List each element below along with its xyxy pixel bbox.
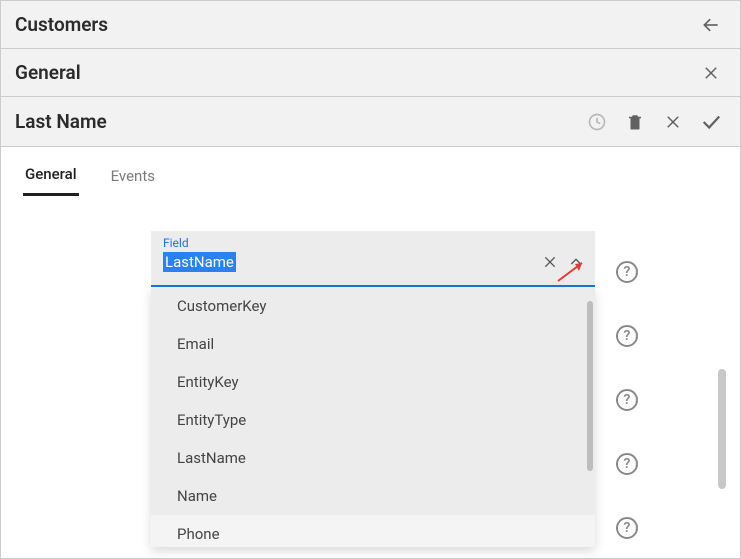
help-column: ? ? ? ? ? [616,261,638,539]
confirm-button[interactable] [696,107,726,137]
breadcrumb-level-3: Last Name [1,97,740,147]
close-icon [702,64,720,82]
field-combobox[interactable]: Field LastName Custome [151,231,595,547]
field-option[interactable]: EntityKey [151,363,595,401]
field-option[interactable]: Email [151,325,595,363]
breadcrumb-title-customers: Customers [15,13,108,36]
tabs: General Events [1,147,740,197]
field-value[interactable]: LastName [163,252,236,272]
field-label: Field [163,236,583,250]
close-icon [664,113,682,131]
tab-general[interactable]: General [23,165,79,196]
field-option[interactable]: Name [151,477,595,515]
field-clear-button[interactable] [541,253,559,271]
breadcrumb-title-lastname: Last Name [15,110,107,133]
field-dropdown: CustomerKey Email EntityKey EntityType L… [151,287,595,547]
delete-button[interactable] [620,107,650,137]
close-general-button[interactable] [696,58,726,88]
content-area: General Events ? ? ? ? ? Field LastName [1,147,740,558]
field-collapse-button[interactable] [567,253,585,271]
breadcrumb-level-2: General [1,49,740,97]
history-button[interactable] [582,107,612,137]
help-icon[interactable]: ? [616,389,638,411]
clock-icon [587,112,607,132]
breadcrumb-title-general: General [15,61,81,84]
chevron-up-icon [568,254,584,270]
field-option-list: CustomerKey Email EntityKey EntityType L… [151,287,595,547]
breadcrumb-level-1: Customers [1,1,740,49]
arrow-left-icon [701,15,721,35]
close-icon [542,254,558,270]
trash-icon [626,112,644,132]
dropdown-scrollbar[interactable] [587,301,593,471]
content-scrollbar[interactable] [718,369,726,489]
field-option[interactable]: LastName [151,439,595,477]
tab-events[interactable]: Events [109,167,157,195]
cancel-button[interactable] [658,107,688,137]
help-icon[interactable]: ? [616,261,638,283]
help-icon[interactable]: ? [616,517,638,539]
check-icon [700,111,722,133]
field-option[interactable]: CustomerKey [151,287,595,325]
help-icon[interactable]: ? [616,453,638,475]
back-button[interactable] [696,10,726,40]
field-option[interactable]: Phone [151,515,595,547]
help-icon[interactable]: ? [616,325,638,347]
field-option[interactable]: EntityType [151,401,595,439]
